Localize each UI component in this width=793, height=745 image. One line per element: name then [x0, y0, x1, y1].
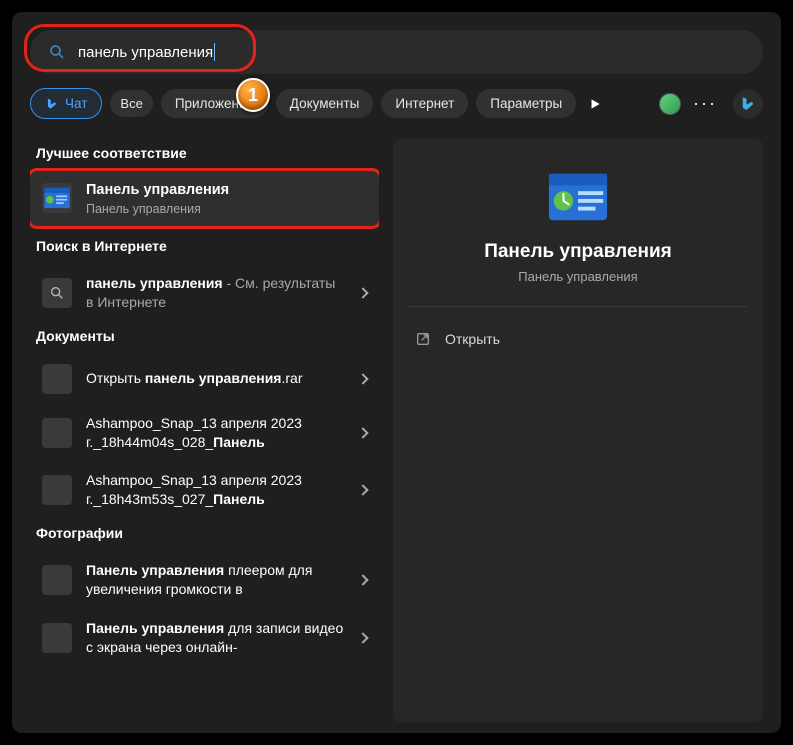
- filter-settings[interactable]: Параметры: [476, 89, 576, 118]
- image-icon: [42, 565, 72, 595]
- document-name: Открыть панель управления.rar: [86, 369, 345, 388]
- more-menu[interactable]: ···: [689, 93, 721, 114]
- preview-panel: Панель управления Панель управления Откр…: [393, 139, 763, 722]
- document-result[interactable]: Ashampoo_Snap_13 апреля 2023 г._18h44m04…: [30, 404, 379, 462]
- control-panel-icon: [547, 171, 609, 223]
- chevron-right-icon: [357, 632, 368, 643]
- document-name: Ashampoo_Snap_13 апреля 2023 г._18h43m53…: [86, 471, 345, 509]
- bing-icon: [739, 95, 757, 113]
- search-icon: [42, 278, 72, 308]
- photo-name: Панель управления для записи видео с экр…: [86, 619, 345, 657]
- search-icon: [48, 43, 66, 61]
- search-query-text: панель управления: [78, 44, 213, 61]
- photo-name: Панель управления плеером для увеличения…: [86, 561, 345, 599]
- section-documents: Документы: [36, 328, 379, 344]
- section-best-match: Лучшее соответствие: [36, 145, 379, 161]
- open-icon: [415, 331, 431, 347]
- open-action[interactable]: Открыть: [409, 321, 747, 357]
- best-match-subtitle: Панель управления: [86, 202, 367, 216]
- annotation-marker-1: 1: [236, 78, 270, 112]
- chevron-right-icon: [357, 574, 368, 585]
- filter-all[interactable]: Все: [110, 90, 152, 117]
- search-window: панель управления 1 Чат Все Приложения Д…: [12, 12, 781, 733]
- web-search-result[interactable]: панель управления - См. результаты в Инт…: [30, 264, 379, 322]
- section-web-search: Поиск в Интернете: [36, 238, 379, 254]
- filter-chat[interactable]: Чат: [30, 88, 102, 119]
- filter-documents[interactable]: Документы: [276, 89, 374, 118]
- chevron-right-icon: [357, 373, 368, 384]
- content-area: Лучшее соответствие Пан: [30, 139, 763, 722]
- chevron-right-icon: [357, 427, 368, 438]
- results-column: Лучшее соответствие Пан: [30, 139, 379, 722]
- photo-result[interactable]: Панель управления плеером для увеличения…: [30, 551, 379, 609]
- best-match-result[interactable]: Панель управления Панель управления: [30, 171, 379, 226]
- filter-internet[interactable]: Интернет: [381, 89, 468, 118]
- section-photos: Фотографии: [36, 525, 379, 541]
- bing-button[interactable]: [733, 89, 763, 119]
- web-result-text: панель управления - См. результаты в Инт…: [86, 274, 345, 312]
- chevron-right-icon: [357, 485, 368, 496]
- filter-bar: Чат Все Приложения Документы Интернет Па…: [30, 88, 763, 119]
- chevron-right-icon: [357, 287, 368, 298]
- divider: [409, 306, 747, 307]
- file-icon: [42, 418, 72, 448]
- document-result[interactable]: Ashampoo_Snap_13 апреля 2023 г._18h43m53…: [30, 461, 379, 519]
- document-result[interactable]: Открыть панель управления.rar: [30, 354, 379, 404]
- preview-subtitle: Панель управления: [409, 269, 747, 284]
- open-label: Открыть: [445, 331, 500, 347]
- bing-icon: [45, 97, 59, 111]
- best-match-title: Панель управления: [86, 181, 367, 200]
- image-icon: [42, 623, 72, 653]
- user-avatar[interactable]: [659, 93, 681, 115]
- search-wrap: панель управления 1: [30, 30, 763, 74]
- preview-title: Панель управления: [409, 241, 747, 263]
- search-input[interactable]: панель управления: [30, 30, 763, 74]
- file-icon: [42, 475, 72, 505]
- file-icon: [42, 364, 72, 394]
- control-panel-icon: [42, 183, 72, 213]
- play-icon[interactable]: [584, 93, 606, 115]
- text-cursor: [214, 43, 215, 61]
- photo-result[interactable]: Панель управления для записи видео с экр…: [30, 609, 379, 667]
- document-name: Ashampoo_Snap_13 апреля 2023 г._18h44m04…: [86, 414, 345, 452]
